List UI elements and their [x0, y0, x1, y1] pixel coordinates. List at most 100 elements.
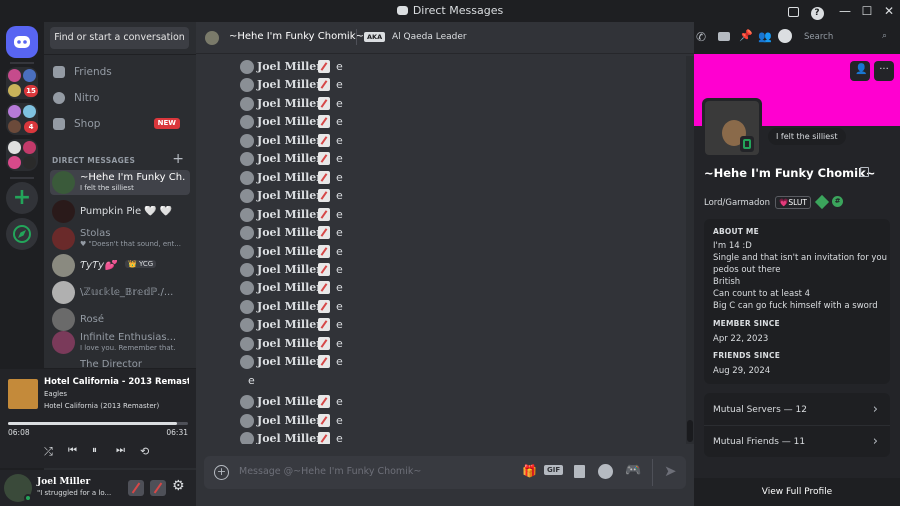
- avatar[interactable]: [240, 395, 254, 410]
- message-author[interactable]: Joel Miller: [257, 337, 322, 350]
- message-author[interactable]: Joel Miller: [257, 171, 322, 184]
- message-row: Joel Miller e: [240, 133, 640, 149]
- gift-icon[interactable]: 🎁: [522, 464, 537, 478]
- discover-button[interactable]: [6, 218, 38, 250]
- scrollbar-track[interactable]: [686, 56, 694, 444]
- user-profile-icon[interactable]: [778, 29, 792, 43]
- view-full-profile-button[interactable]: View Full Profile: [694, 478, 900, 506]
- pin-icon[interactable]: 📌: [739, 29, 753, 42]
- search-input[interactable]: Search ⌕: [799, 30, 891, 46]
- dm-item[interactable]: Infinite Enthusias... I love you. Rememb…: [50, 330, 190, 355]
- dm-item[interactable]: \ℤ𝕦𝕔𝕜𝕝𝕖_𝔹𝕣𝕖𝕕ℙ./...: [50, 280, 190, 305]
- message-author[interactable]: Joel Miller: [257, 263, 322, 276]
- message-author[interactable]: Joel Miller: [257, 78, 322, 91]
- mute-icon[interactable]: [128, 480, 144, 496]
- nav-nitro[interactable]: Nitro: [44, 86, 196, 110]
- avatar[interactable]: [240, 336, 254, 351]
- create-dm-icon[interactable]: +: [172, 151, 184, 167]
- message-author[interactable]: Joel Miller: [257, 245, 322, 258]
- message-author[interactable]: Joel Miller: [257, 134, 322, 147]
- message-author[interactable]: Joel Miller: [257, 208, 322, 221]
- voice-call-icon[interactable]: ✆: [696, 30, 706, 44]
- avatar[interactable]: [240, 96, 254, 111]
- message-row: Joel Miller e: [240, 299, 640, 315]
- message-author[interactable]: Joel Miller: [257, 414, 322, 427]
- avatar[interactable]: [240, 244, 254, 259]
- avatar[interactable]: [240, 60, 254, 74]
- send-icon[interactable]: ➤: [664, 462, 677, 480]
- video-call-icon[interactable]: [718, 32, 730, 41]
- server-folder-2[interactable]: 4: [6, 103, 38, 135]
- mutual-servers-row[interactable]: Mutual Servers — 12 ›: [704, 395, 890, 425]
- avatar[interactable]: [240, 189, 254, 204]
- repeat-icon[interactable]: ⟲: [140, 445, 149, 458]
- message-author[interactable]: Joel Miller: [257, 281, 322, 294]
- avatar[interactable]: [240, 413, 254, 428]
- add-friend-button[interactable]: 👤: [850, 61, 870, 81]
- dm-item[interactable]: Rosé: [50, 307, 190, 332]
- dm-item[interactable]: Pumpkin Pie 🤍 🤍: [50, 199, 190, 224]
- sticker-icon[interactable]: [574, 465, 585, 478]
- avatar[interactable]: [240, 281, 254, 296]
- deafen-icon[interactable]: [150, 480, 166, 496]
- dm-item[interactable]: ~Hehe I'm Funky Ch... I felt the sillies…: [50, 170, 190, 195]
- avatar[interactable]: [240, 226, 254, 241]
- minimize-icon[interactable]: —: [836, 2, 854, 20]
- add-friends-icon[interactable]: 👥: [758, 30, 772, 43]
- pause-icon[interactable]: ⏸: [92, 445, 97, 456]
- recipient-name[interactable]: ~Hehe I'm Funky Chomik~: [229, 31, 364, 42]
- more-options-icon[interactable]: ···: [874, 61, 894, 81]
- activities-icon[interactable]: 🎮: [625, 463, 641, 478]
- avatar[interactable]: [240, 152, 254, 167]
- progress-bar[interactable]: [8, 422, 188, 425]
- home-button[interactable]: [6, 26, 38, 58]
- previous-icon[interactable]: ⏮: [68, 445, 77, 456]
- server-folder-3[interactable]: [6, 139, 38, 171]
- message-author[interactable]: Joel Miller: [257, 226, 322, 239]
- attach-plus-icon[interactable]: +: [214, 465, 229, 480]
- close-icon[interactable]: ✕: [880, 2, 898, 20]
- emoji-icon[interactable]: [598, 464, 613, 479]
- avatar[interactable]: [240, 207, 254, 222]
- message-input-box[interactable]: + Message @~Hehe I'm Funky Chomik~ 🎁 GIF…: [204, 456, 686, 489]
- message-author[interactable]: Joel Miller: [257, 115, 322, 128]
- settings-gear-icon[interactable]: ⚙: [172, 478, 185, 494]
- avatar[interactable]: [240, 299, 254, 314]
- message-author[interactable]: Joel Miller: [257, 300, 322, 313]
- avatar[interactable]: [240, 115, 254, 130]
- message-author[interactable]: Joel Miller: [257, 189, 322, 202]
- inbox-icon[interactable]: [784, 2, 802, 20]
- message-author[interactable]: Joel Miller: [257, 432, 322, 444]
- avatar[interactable]: [240, 432, 254, 444]
- recipient-avatar: [205, 31, 219, 45]
- message-author[interactable]: Joel Miller: [257, 97, 322, 110]
- message-author[interactable]: Joel Miller: [257, 395, 322, 408]
- dm-item[interactable]: Stolas ♥ "Doesn't that sound, ent...: [50, 226, 190, 251]
- mutual-friends-row[interactable]: Mutual Friends — 11 ›: [704, 427, 890, 457]
- nav-shop[interactable]: Shop NEW: [44, 112, 196, 136]
- scrollbar-thumb[interactable]: [687, 420, 693, 442]
- shuffle-icon[interactable]: ⤮: [44, 445, 53, 459]
- message-placeholder[interactable]: Message @~Hehe I'm Funky Chomik~: [239, 466, 421, 477]
- notes-icon[interactable]: [860, 167, 869, 177]
- avatar[interactable]: [240, 318, 254, 333]
- next-icon[interactable]: ⏭: [116, 445, 125, 456]
- message-author[interactable]: Joel Miller: [257, 60, 322, 73]
- maximize-icon[interactable]: ☐: [858, 2, 876, 20]
- server-folder-1[interactable]: 15: [6, 67, 38, 99]
- help-icon[interactable]: ?: [808, 2, 826, 20]
- dm-item[interactable]: ƬуƬу💕 👑 YCG: [50, 253, 190, 278]
- profile-avatar-frame: [702, 98, 762, 158]
- message-author[interactable]: Joel Miller: [257, 318, 322, 331]
- avatar[interactable]: [240, 133, 254, 148]
- find-conversation-button[interactable]: Find or start a conversation: [50, 27, 189, 49]
- avatar[interactable]: [240, 262, 254, 277]
- nav-friends[interactable]: Friends: [44, 60, 196, 84]
- avatar[interactable]: [240, 355, 254, 370]
- avatar[interactable]: [240, 170, 254, 185]
- avatar[interactable]: [240, 78, 254, 93]
- add-server-button[interactable]: +: [6, 182, 38, 214]
- gif-icon[interactable]: GIF: [544, 465, 564, 475]
- message-author[interactable]: Joel Miller: [257, 152, 322, 165]
- message-author[interactable]: Joel Miller: [257, 355, 322, 368]
